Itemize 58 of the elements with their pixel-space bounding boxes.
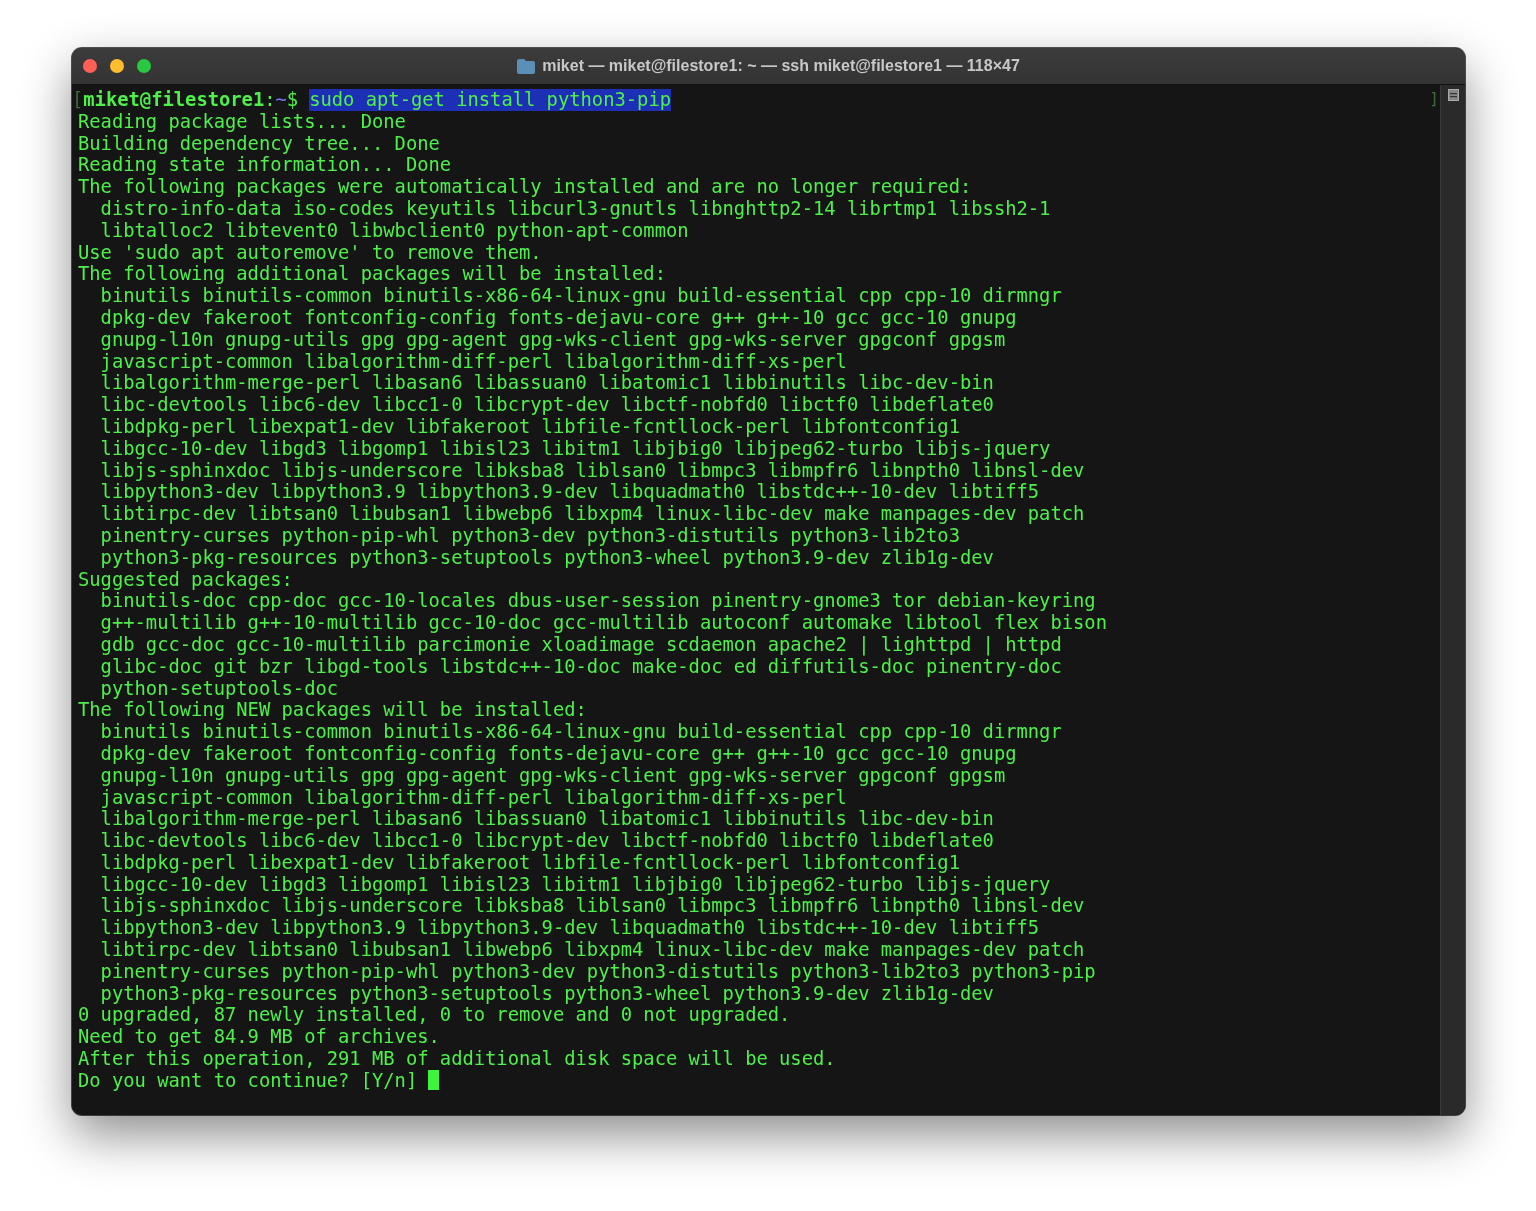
output-line: libtalloc2 libtevent0 libwbclient0 python-apt-common <box>99 219 689 242</box>
output-line: dpkg-dev fakeroot fontconfig-config fonts-dejavu-core g++ g++-10 gcc gcc-10 gnupg <box>99 742 1017 765</box>
output-line: libgcc-10-dev libgd3 libgomp1 libisl23 libitm1 libjbig0 libjpeg62-turbo libjs-jquery <box>99 873 1051 896</box>
output-line: gdb gcc-doc gcc-10-multilib parcimonie xloadimage scdaemon apache2 | lighttpd | httpd <box>99 633 1062 656</box>
output-line: libdpkg-perl libexpat1-dev libfakeroot libfile-fcntllock-perl libfontconfig1 <box>99 415 960 438</box>
output-line: gnupg-l10n gnupg-utils gpg gpg-agent gpg-wks-client gpg-wks-server gpgconf gpgsm <box>99 764 1006 787</box>
output-line: libgcc-10-dev libgd3 libgomp1 libisl23 libitm1 libjbig0 libjpeg62-turbo libjs-jquery <box>99 437 1051 460</box>
output-line: distro-info-data iso-codes keyutils libcurl3-gnutls libnghttp2-14 librtmp1 libssh2-1 <box>99 198 1051 220</box>
output-line: The following additional packages will be installed: <box>78 263 666 286</box>
prompt-separator: : <box>264 89 276 111</box>
output-line: python-setuptools-doc <box>99 677 339 700</box>
mark-bracket: [ <box>72 89 84 111</box>
prompt-path: ~ <box>275 89 287 111</box>
output-line: javascript-common libalgorithm-diff-perl libalgorithm-diff-xs-perl <box>99 350 847 373</box>
output-line: The following NEW packages will be installed: <box>78 699 587 722</box>
output-line: libc-devtools libc6-dev libcc1-0 libcrypt-dev libctf-nobfd0 libctf0 libdeflate0 <box>99 830 994 852</box>
output-line: pinentry-curses python-pip-whl python3-dev python3-distutils python3-lib2to3 python3-pip <box>99 960 1096 983</box>
continue-prompt: Do you want to continue? [Y/n] <box>78 1069 418 1092</box>
command-text: sudo apt-get install python3-pip <box>309 89 671 111</box>
output-line: libalgorithm-merge-perl libasan6 libassuan0 libatomic1 libbinutils libc-dev-bin <box>99 808 994 831</box>
output-line: libalgorithm-merge-perl libasan6 libassuan0 libatomic1 libbinutils libc-dev-bin <box>99 372 994 395</box>
output-line: 0 upgraded, 87 newly installed, 0 to remove and 0 not upgraded. <box>78 1004 791 1027</box>
output-line: libtirpc-dev libtsan0 libubsan1 libwebp6 libxpm4 linux-libc-dev make manpages-dev patch <box>99 939 1085 961</box>
output-line: javascript-common libalgorithm-diff-perl libalgorithm-diff-xs-perl <box>99 786 847 809</box>
output-line: python3-pkg-resources python3-setuptools python3-wheel python3.9-dev zlib1g-dev <box>99 546 994 569</box>
close-button[interactable] <box>83 59 97 73</box>
output-line: libdpkg-perl libexpat1-dev libfakeroot libfile-fcntllock-perl libfontconfig1 <box>99 851 960 874</box>
folder-icon <box>517 58 536 74</box>
output-line: glibc-doc git bzr libgd-tools libstdc++-10-doc make-doc ed diffutils-doc pinentry-doc <box>99 655 1062 678</box>
output-line: The following packages were automatically installed and are no longer required: <box>78 176 972 198</box>
output-line: After this operation, 291 MB of additional disk space will be used. <box>78 1048 836 1070</box>
output-line: Suggested packages: <box>78 568 293 591</box>
output-line: Building dependency tree... Done <box>78 132 440 155</box>
output-line: binutils binutils-common binutils-x86-64-linux-gnu build-essential cpp cpp-10 dirmngr <box>99 721 1062 743</box>
zoom-button[interactable] <box>137 59 151 73</box>
output-line: libtirpc-dev libtsan0 libubsan1 libwebp6 libxpm4 linux-libc-dev make manpages-dev patch <box>99 503 1085 525</box>
output-line: gnupg-l10n gnupg-utils gpg gpg-agent gpg-wks-client gpg-wks-server gpgconf gpgsm <box>99 328 1006 351</box>
output-line: python3-pkg-resources python3-setuptools python3-wheel python3.9-dev zlib1g-dev <box>99 982 994 1005</box>
output-line: libjs-sphinxdoc libjs-underscore libksba8 liblsan0 libmpc3 libmpfr6 libnpth0 libnsl-dev <box>99 895 1085 918</box>
marks-icon <box>1447 89 1459 101</box>
output-line: Reading package lists... Done <box>78 110 406 133</box>
mark-bracket: ] <box>1429 88 1439 110</box>
output-line: libc-devtools libc6-dev libcc1-0 libcrypt-dev libctf-nobfd0 libctf0 libdeflate0 <box>99 394 994 416</box>
minimize-button[interactable] <box>110 59 124 73</box>
output-line: Use 'sudo apt autoremove' to remove them. <box>78 241 542 264</box>
output-line: pinentry-curses python-pip-whl python3-dev python3-distutils python3-lib2to3 <box>99 524 960 547</box>
output-line: binutils-doc cpp-doc gcc-10-locales dbus-user-session pinentry-gnome3 tor debian-keyring <box>99 590 1096 613</box>
output-line: g++-multilib g++-10-multilib gcc-10-doc gcc-multilib autoconf automake libtool flex bison <box>99 612 1107 634</box>
output-line: Reading state information... Done <box>78 154 452 177</box>
output-line: Need to get 84.9 MB of archives. <box>78 1026 440 1049</box>
window-title: miket — miket@filestore1: ~ — ssh miket@filestore1 — 118×47 <box>542 57 1020 75</box>
prompt-user-host: miket@filestore1 <box>83 89 265 111</box>
output-line: libpython3-dev libpython3.9 libpython3.9-dev libquadmath0 libstdc++-10-dev libtiff5 <box>99 481 1040 504</box>
output-line: libjs-sphinxdoc libjs-underscore libksba8 liblsan0 libmpc3 libmpfr6 libnpth0 libnsl-dev <box>99 459 1085 482</box>
output-line: binutils binutils-common binutils-x86-64-linux-gnu build-essential cpp cpp-10 dirmngr <box>99 285 1062 307</box>
prompt-symbol: $ <box>286 89 299 111</box>
output-line: dpkg-dev fakeroot fontconfig-config fonts-dejavu-core g++ g++-10 gcc gcc-10 gnupg <box>99 306 1017 329</box>
output-line: libpython3-dev libpython3.9 libpython3.9-dev libquadmath0 libstdc++-10-dev libtiff5 <box>99 917 1040 940</box>
